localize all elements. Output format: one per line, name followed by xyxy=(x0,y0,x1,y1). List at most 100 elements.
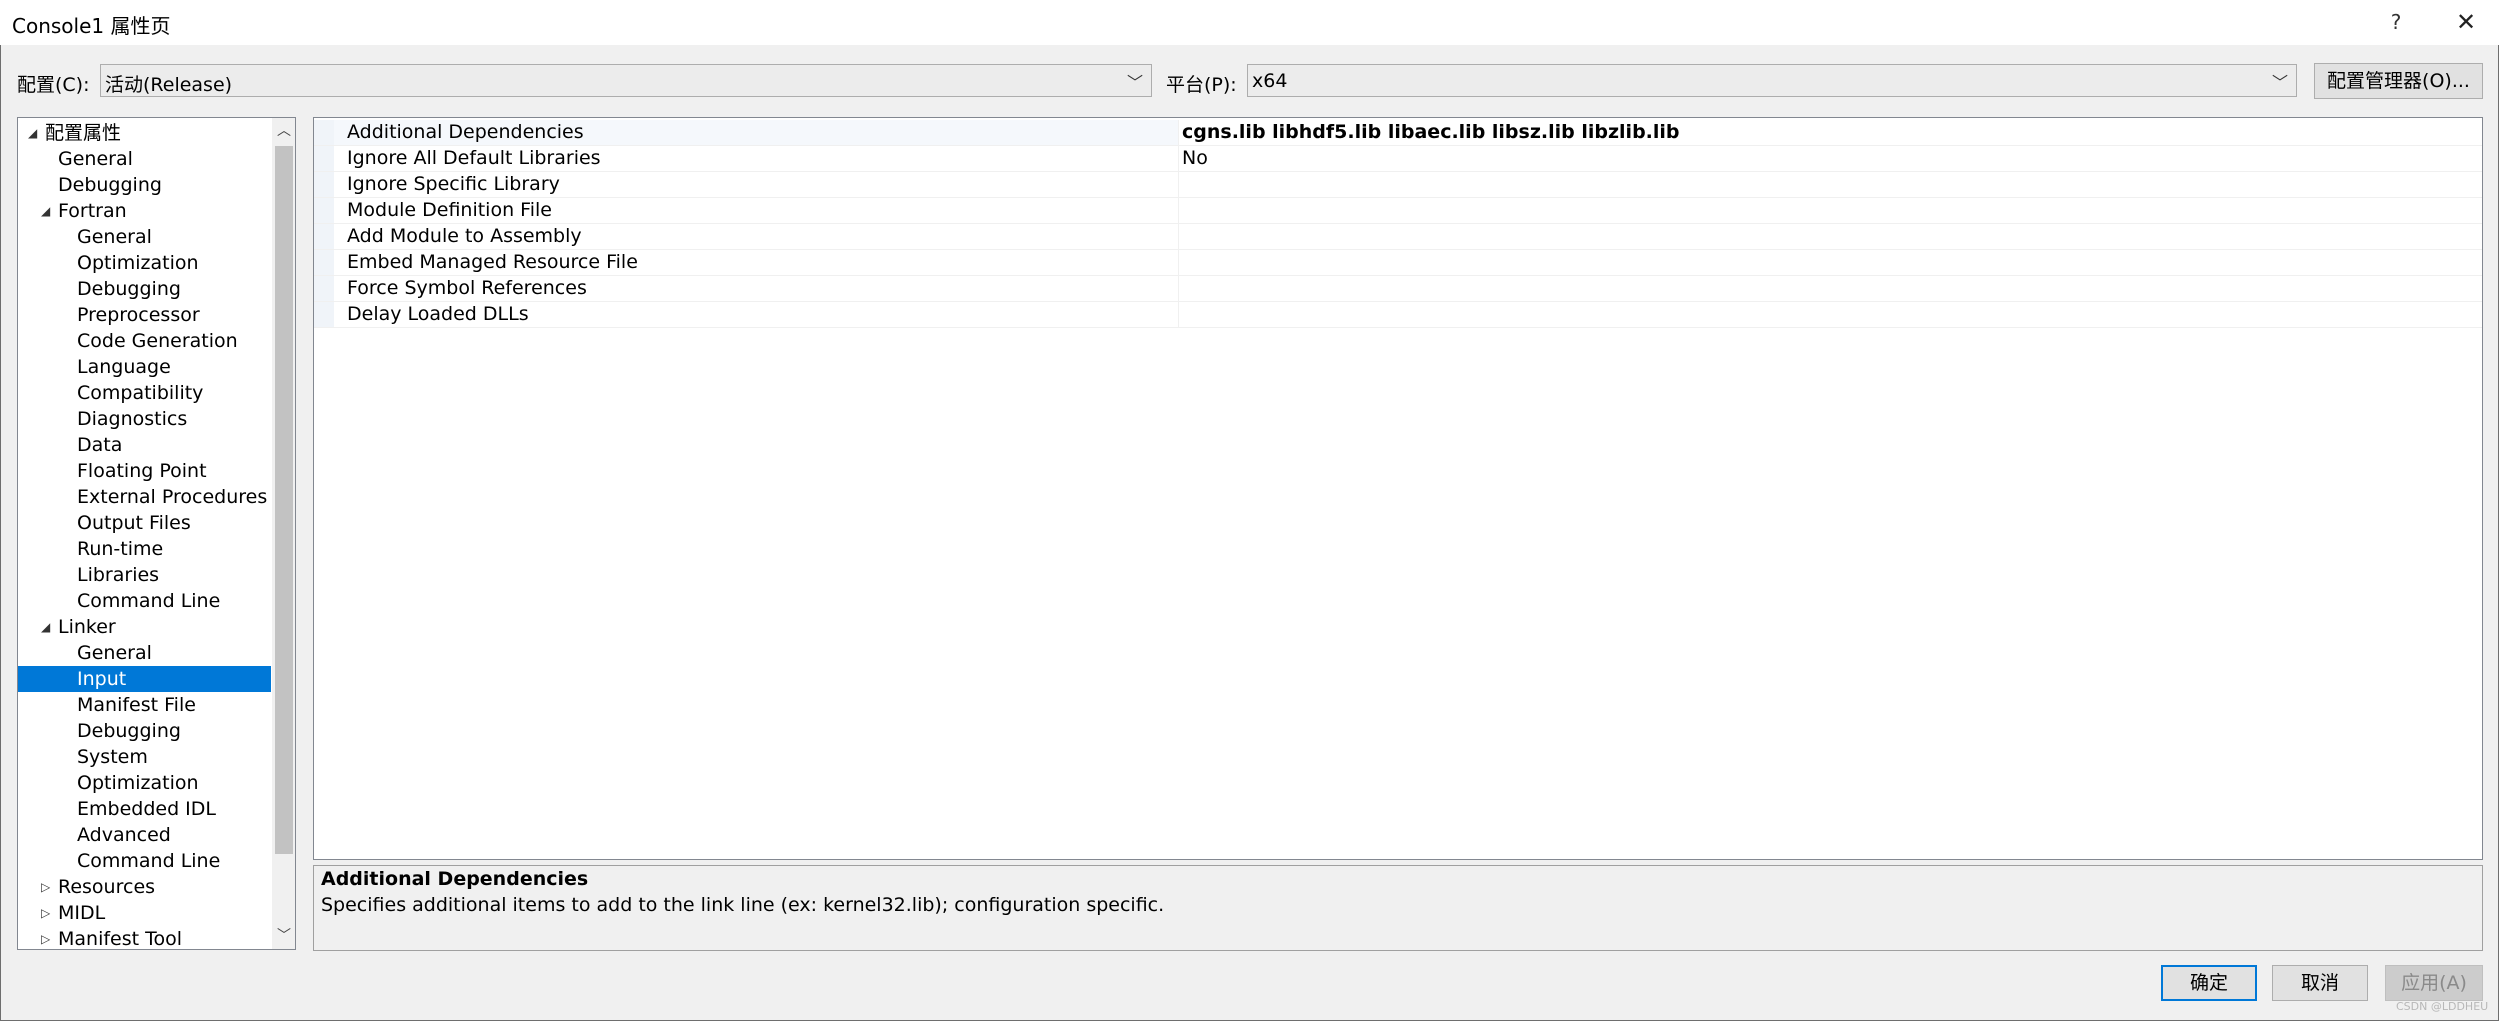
tree-item[interactable]: Diagnostics xyxy=(18,406,271,432)
close-button[interactable]: ✕ xyxy=(2440,2,2492,42)
column-separator xyxy=(1178,172,1179,198)
property-row[interactable]: Ignore Specific Library xyxy=(314,172,2482,198)
apply-button[interactable]: 应用(A) xyxy=(2385,965,2483,1001)
tree-item[interactable]: System xyxy=(18,744,271,770)
property-tree[interactable]: ◢ 配置属性 General Debugging ◢ Fortran General Opti… xyxy=(17,117,296,950)
configuration-manager-button[interactable]: 配置管理器(O)... xyxy=(2314,63,2483,99)
row-gutter xyxy=(314,302,334,327)
row-gutter xyxy=(314,146,334,171)
tree-item[interactable]: General xyxy=(18,640,271,666)
tree-item-label: Compatibility xyxy=(77,382,204,404)
help-button[interactable]: ? xyxy=(2372,4,2420,40)
tree-item[interactable]: ▷ MIDL xyxy=(18,900,271,926)
platform-value: x64 xyxy=(1252,70,1288,92)
cancel-button[interactable]: 取消 xyxy=(2272,965,2368,1001)
column-separator xyxy=(1178,302,1179,328)
tree-item[interactable]: Input xyxy=(18,666,271,692)
tree-item[interactable]: General xyxy=(18,224,271,250)
tree-item-label: Advanced xyxy=(77,824,171,846)
tree-item[interactable]: ◢ Fortran xyxy=(18,198,271,224)
tree-item-label: Optimization xyxy=(77,252,199,274)
property-value[interactable]: cgns.lib libhdf5.lib libaec.lib libsz.li… xyxy=(1182,120,1680,145)
collapse-arrow-icon[interactable]: ◢ xyxy=(28,120,37,146)
tree-item[interactable]: Libraries xyxy=(18,562,271,588)
tree-item-label: Linker xyxy=(58,616,116,638)
property-name: Module Definition File xyxy=(347,199,552,221)
property-name: Ignore All Default Libraries xyxy=(347,147,601,169)
tree-item-label: Debugging xyxy=(58,174,162,196)
tree-item[interactable]: Command Line xyxy=(18,848,271,874)
expand-arrow-icon[interactable]: ▷ xyxy=(41,926,50,949)
property-row[interactable]: Module Definition File xyxy=(314,198,2482,224)
scroll-down-icon[interactable]: ﹀ xyxy=(272,923,295,949)
tree-item-label: Code Generation xyxy=(77,330,238,352)
scroll-up-icon[interactable]: ︿ xyxy=(272,118,295,144)
row-gutter xyxy=(314,276,334,301)
row-gutter xyxy=(314,250,334,275)
tree-item[interactable]: Language xyxy=(18,354,271,380)
property-row[interactable]: Embed Managed Resource File xyxy=(314,250,2482,276)
tree-item-label: System xyxy=(77,746,148,768)
tree-item[interactable]: ▷ Manifest Tool xyxy=(18,926,271,950)
tree-item[interactable]: ▷ Resources xyxy=(18,874,271,900)
tree-item-label: Optimization xyxy=(77,772,199,794)
platform-dropdown[interactable]: x64 ﹀ xyxy=(1247,64,2297,97)
tree-item[interactable]: Compatibility xyxy=(18,380,271,406)
tree-item[interactable]: Debugging xyxy=(18,718,271,744)
property-grid[interactable]: Additional Dependencies cgns.lib libhdf5.… xyxy=(313,117,2483,860)
column-separator xyxy=(1178,198,1179,224)
tree-item-label: General xyxy=(77,226,152,248)
expand-arrow-icon[interactable]: ▷ xyxy=(41,874,50,900)
tree-item-label: Diagnostics xyxy=(77,408,188,430)
tree-item-label: Floating Point xyxy=(77,460,207,482)
tree-item[interactable]: Optimization xyxy=(18,250,271,276)
tree-item[interactable]: External Procedures xyxy=(18,484,271,510)
row-gutter xyxy=(314,172,334,197)
tree-item-label: Language xyxy=(77,356,171,378)
tree-item[interactable]: General xyxy=(18,146,271,172)
property-row[interactable]: Additional Dependencies cgns.lib libhdf5.… xyxy=(314,120,2482,146)
tree-item[interactable]: Debugging xyxy=(18,276,271,302)
tree-item-label: Manifest Tool xyxy=(58,928,183,950)
tree-item[interactable]: Manifest File xyxy=(18,692,271,718)
tree-item[interactable]: Run-time xyxy=(18,536,271,562)
property-row[interactable]: Ignore All Default Libraries No xyxy=(314,146,2482,172)
property-value[interactable]: No xyxy=(1182,146,1208,171)
tree-item-label: Debugging xyxy=(77,720,181,742)
tree-item-label: General xyxy=(58,148,133,170)
tree-item[interactable]: Preprocessor xyxy=(18,302,271,328)
tree-item[interactable]: Advanced xyxy=(18,822,271,848)
tree-item-label: Input xyxy=(77,668,127,690)
tree-item-label: General xyxy=(77,642,152,664)
tree-item[interactable]: Output Files xyxy=(18,510,271,536)
collapse-arrow-icon[interactable]: ◢ xyxy=(41,198,50,224)
tree-item[interactable]: Embedded IDL xyxy=(18,796,271,822)
tree-item[interactable]: ◢ 配置属性 xyxy=(18,120,271,146)
row-gutter xyxy=(314,224,334,249)
tree-item[interactable]: Optimization xyxy=(18,770,271,796)
window-title: Console1 属性页 xyxy=(12,14,171,38)
tree-item[interactable]: Command Line xyxy=(18,588,271,614)
tree-item[interactable]: Data xyxy=(18,432,271,458)
column-separator xyxy=(1178,250,1179,276)
tree-item-label: MIDL xyxy=(58,902,106,924)
scrollbar-thumb[interactable] xyxy=(275,146,293,854)
row-gutter xyxy=(314,198,334,223)
tree-item-label: Manifest File xyxy=(77,694,196,716)
tree-item-label: Debugging xyxy=(77,278,181,300)
configuration-dropdown[interactable]: 活动(Release) ﹀ xyxy=(100,64,1152,97)
property-row[interactable]: Force Symbol References xyxy=(314,276,2482,302)
tree-item[interactable]: Code Generation xyxy=(18,328,271,354)
collapse-arrow-icon[interactable]: ◢ xyxy=(41,614,50,640)
tree-item[interactable]: Floating Point xyxy=(18,458,271,484)
tree-item-label: Resources xyxy=(58,876,156,898)
tree-item[interactable]: ◢ Linker xyxy=(18,614,271,640)
property-row[interactable]: Delay Loaded DLLs xyxy=(314,302,2482,328)
ok-button[interactable]: 确定 xyxy=(2161,965,2257,1001)
tree-scrollbar[interactable]: ︿ ﹀ xyxy=(272,118,295,949)
expand-arrow-icon[interactable]: ▷ xyxy=(41,900,50,926)
tree-item[interactable]: Debugging xyxy=(18,172,271,198)
property-row[interactable]: Add Module to Assembly xyxy=(314,224,2482,250)
configuration-value: 活动(Release) xyxy=(105,74,233,96)
chevron-down-icon: ﹀ xyxy=(2271,73,2288,92)
